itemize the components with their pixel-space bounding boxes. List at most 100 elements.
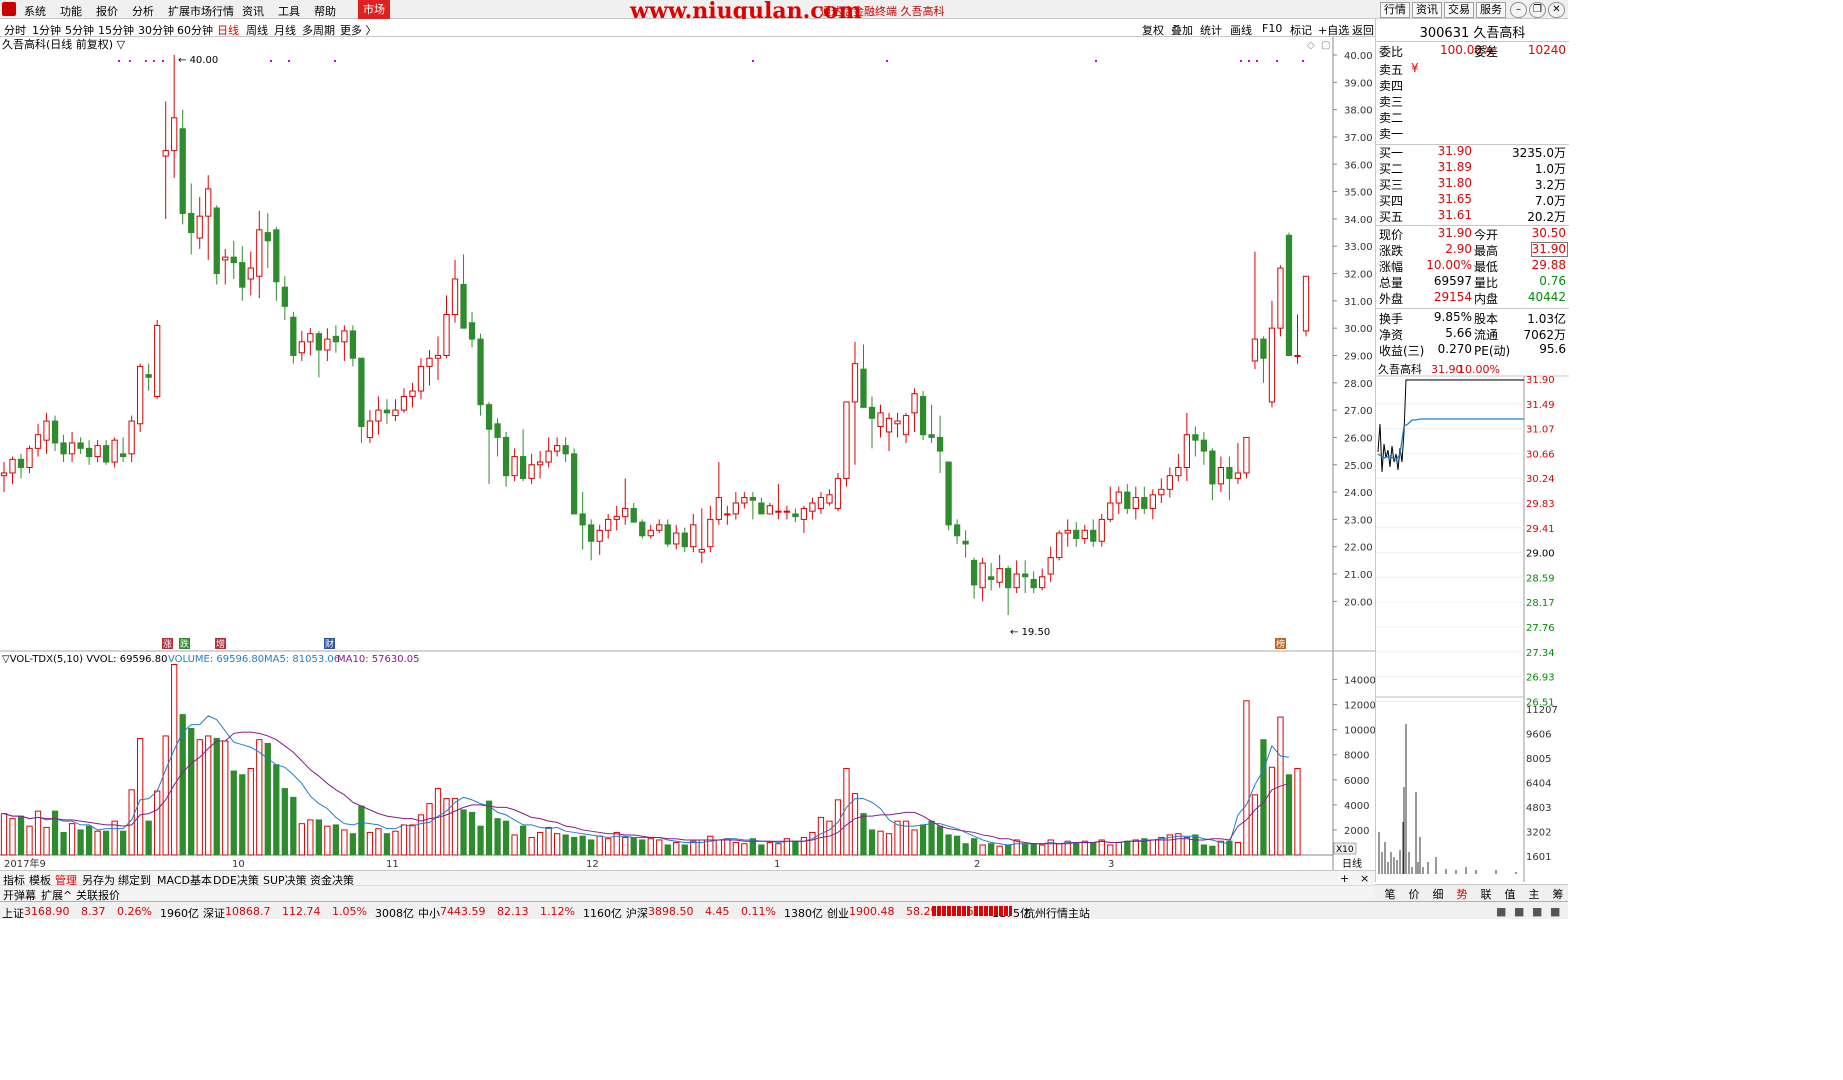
stat-value: 10.00% (1426, 258, 1472, 272)
restore-icon[interactable]: ❐ (1529, 2, 1546, 18)
index-status-item: 沪深 (626, 907, 648, 920)
candle-body (698, 548, 705, 553)
volume-bar (1005, 844, 1012, 856)
menu-item-quote[interactable]: 报价 (96, 3, 118, 19)
mini-tab[interactable]: 主 (1523, 886, 1545, 902)
nav-service-button[interactable]: 服务 (1476, 2, 1506, 18)
tab-monthly[interactable]: 月线 (274, 22, 296, 38)
tab-60min[interactable]: 60分钟 (177, 22, 213, 38)
volume-bar (673, 841, 680, 856)
candle (707, 505, 714, 553)
candle-body (749, 497, 757, 501)
price-tick-label: 34.00 (1344, 215, 1373, 226)
bid-price: 31.90 (1437, 144, 1472, 158)
candle-body (1158, 488, 1165, 496)
mini-tab[interactable]: 联 (1475, 886, 1497, 902)
mini-tab[interactable]: 细 (1427, 886, 1449, 902)
menu-item-ext-market[interactable]: 扩展市场行情 (168, 3, 234, 19)
candle (673, 524, 680, 550)
chart-window-icon[interactable]: ▢ (1321, 40, 1330, 51)
menu-item-function[interactable]: 功能 (60, 3, 82, 19)
tab-more[interactable]: 更多 〉 (340, 22, 377, 38)
candle-body (1056, 532, 1063, 559)
mini-timeshare-svg[interactable]: 久吾高科 31.90 10.00% 31.9031.4931.0730.6630… (1376, 362, 1569, 882)
candle (1005, 565, 1012, 615)
status-tool-icon[interactable]: ■ (1532, 905, 1542, 918)
overlay-button[interactable]: 叠加 (1171, 22, 1193, 38)
vol-tick-label: 14000 (1344, 676, 1375, 687)
mark-button[interactable]: 标记 (1290, 22, 1312, 38)
volume-bar (1081, 840, 1088, 856)
market-button[interactable]: 市场 (358, 0, 390, 19)
app-logo-icon[interactable] (2, 2, 16, 16)
back-button[interactable]: 返回 (1352, 22, 1374, 38)
index-status-item: 1380亿 (784, 907, 823, 920)
candle-body (443, 314, 450, 356)
mini-tab[interactable]: 笔 (1379, 886, 1401, 902)
signal-dot (118, 60, 120, 62)
stat-value: 29154 (1433, 290, 1472, 304)
volume-bar (171, 663, 178, 856)
menu-item-news[interactable]: 资讯 (242, 3, 264, 19)
candle-body (783, 510, 791, 513)
kline-chart-svg[interactable]: 40.00 39.00 38.00 37.00 36.00 35.00 34.00 33.00… (0, 37, 1376, 870)
volume-bar (1090, 841, 1097, 856)
tab-multi-period[interactable]: 多周期 (302, 22, 335, 38)
minimize-icon[interactable]: – (1510, 2, 1527, 18)
volume-bar (1251, 794, 1259, 856)
mini-tab[interactable]: 值 (1499, 886, 1521, 902)
candle-body (68, 442, 76, 455)
volume-bar (443, 798, 450, 856)
chart-settings-icon[interactable]: ◇ (1307, 40, 1315, 51)
nav-trade-button[interactable]: 交易 (1444, 2, 1474, 18)
mini-tab[interactable]: 势 (1451, 886, 1473, 902)
nav-news-button[interactable]: 资讯 (1412, 2, 1442, 18)
nav-quote-button[interactable]: 行情 (1380, 2, 1410, 18)
tab-1min[interactable]: 1分钟 (32, 22, 61, 38)
index-status-item: 1900.48 (849, 905, 895, 918)
tab-5min[interactable]: 5分钟 (65, 22, 94, 38)
tab-15min[interactable]: 15分钟 (98, 22, 134, 38)
zoom-out-icon[interactable]: × (1360, 872, 1369, 885)
status-tool-icon[interactable]: ■ (1550, 905, 1560, 918)
volume-bar (826, 820, 833, 856)
mini-title: 久吾高科 (1378, 362, 1422, 376)
menu-item-tools[interactable]: 工具 (278, 3, 300, 19)
close-icon[interactable]: ✕ (1548, 2, 1565, 18)
menu-item-system[interactable]: 系统 (24, 3, 46, 19)
status-tool-icon[interactable]: ■ (1514, 905, 1524, 918)
mini-tab[interactable]: 价 (1403, 886, 1425, 902)
tab-weekly[interactable]: 周线 (246, 22, 268, 38)
candle-body (1098, 518, 1105, 542)
f10-button[interactable]: F10 (1262, 22, 1282, 35)
draw-line-button[interactable]: 画线 (1230, 22, 1252, 38)
stat-value: 95.6 (1539, 342, 1566, 356)
candle (962, 530, 969, 558)
candle-body (1226, 466, 1233, 479)
volume-bar (664, 844, 671, 856)
volume-bar (758, 844, 765, 856)
candle (1243, 436, 1250, 479)
mini-timeshare-panel[interactable]: 久吾高科 31.90 10.00% 31.90 31.49 31.07 30.66 30… (1375, 362, 1569, 882)
volume-bar (94, 830, 101, 856)
zoom-in-icon[interactable]: + (1340, 872, 1349, 885)
tab-daily[interactable]: 日线 (217, 22, 239, 38)
candle-body (1251, 338, 1259, 362)
bid-row: 买一 31.90 3235.0万 (1378, 144, 1568, 160)
mini-tab[interactable]: 筹 (1547, 886, 1569, 902)
server-station[interactable]: 杭州行情主站 (1024, 905, 1090, 921)
menu-item-analysis[interactable]: 分析 (132, 3, 154, 19)
restore-rights-button[interactable]: 复权 (1142, 22, 1164, 38)
x-label-feb: 2 (974, 859, 980, 870)
stat-label: PE(动) (1474, 344, 1511, 358)
tab-30min[interactable]: 30分钟 (138, 22, 174, 38)
candle-body (1200, 439, 1208, 452)
menu-item-help[interactable]: 帮助 (314, 3, 336, 19)
index-status-item: 7443.59 (440, 905, 486, 918)
candle (919, 391, 927, 441)
tab-timeshare[interactable]: 分时 (4, 22, 26, 38)
stats-button[interactable]: 统计 (1200, 22, 1222, 38)
status-tool-icon[interactable]: ■ (1496, 905, 1506, 918)
kline-chart-area[interactable]: 40.00 39.00 38.00 37.00 36.00 35.00 34.00 33.00… (0, 37, 1376, 870)
add-watchlist-button[interactable]: +自选 (1318, 22, 1349, 38)
